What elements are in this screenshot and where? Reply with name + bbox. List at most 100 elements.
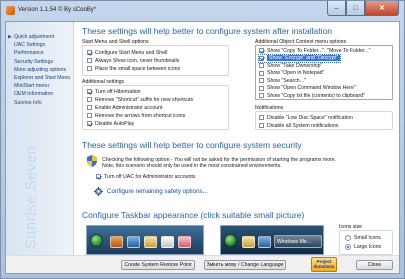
option-turn-off-hibernation[interactable]: Turn off Hibernation — [87, 88, 141, 95]
sidebar-item-uac-settings[interactable]: UAC Settings — [6, 41, 73, 49]
radio-button[interactable] — [345, 235, 351, 241]
sidebar: ▶ Quick adjustment UAC Settings Performan… — [6, 22, 74, 255]
sidebar-item-quick-adjustment[interactable]: ▶ Quick adjustment — [6, 33, 73, 41]
sidebar-item-sunrise-info[interactable]: Sunrise Info — [6, 99, 73, 107]
taskbar-app-icon — [161, 236, 174, 248]
checkbox[interactable] — [259, 123, 264, 128]
icons-size-group: Small Icons Large Icons — [339, 230, 393, 255]
start-menu-group: Configure Start Menu and Shell Always Sh… — [82, 45, 229, 76]
checkbox[interactable] — [87, 50, 92, 55]
install-section-title: These settings will help better to confi… — [82, 26, 332, 36]
sidebar-item-label: UAC Settings — [14, 42, 46, 49]
checkbox[interactable] — [87, 89, 92, 94]
maximize-button[interactable]: □ — [346, 1, 365, 16]
close-button[interactable]: Close — [356, 260, 393, 270]
uac-shield-icon — [87, 155, 97, 167]
sidebar-item-label: Security Settings — [14, 58, 53, 65]
option-copy-txt-clipboard[interactable]: Show "Copy txt file (contents) to clipbo… — [259, 92, 365, 99]
gear-icon — [94, 187, 103, 196]
checkbox[interactable] — [259, 78, 264, 83]
sidebar-item-label: More adjusting options — [14, 66, 67, 73]
option-small-space-icons[interactable]: Place the small space between icons — [87, 65, 180, 72]
app-window: Version 1.1.54 © By sCooBy* – □ ✕ ▶ Quick… — [0, 0, 405, 279]
taskbar-app-icon — [178, 236, 191, 248]
app-icon — [6, 6, 15, 15]
sidebar-item-oem-info[interactable]: OEM Information — [6, 90, 73, 98]
checkbox[interactable] — [87, 66, 92, 71]
start-orb-icon — [224, 234, 237, 247]
checkbox[interactable] — [87, 113, 92, 118]
option-remove-shortcut-suffix[interactable]: Remove "Shortcut" suffix for new shortcu… — [87, 96, 193, 103]
option-disable-low-disk[interactable]: Disable "Low Disc Space" notification — [259, 114, 353, 121]
window-title: Version 1.1.54 © By sCooBy* — [18, 7, 97, 13]
radio-button[interactable] — [345, 244, 351, 250]
taskbar-window-button: Windows Me... — [274, 235, 322, 248]
checkbox[interactable] — [259, 70, 264, 76]
checkbox[interactable] — [87, 121, 92, 126]
checkbox[interactable] — [259, 85, 264, 91]
option-configure-start-menu[interactable]: Configure Start Menu and Shell — [87, 49, 167, 56]
minimize-button[interactable]: – — [327, 1, 346, 16]
taskbar-app-icon — [144, 236, 157, 248]
configure-safety-link-row[interactable]: Configure remaining safety options... — [94, 187, 208, 196]
sidebar-item-label: MiniStart menu — [14, 83, 49, 90]
checkbox[interactable] — [87, 58, 92, 63]
sidebar-item-more-options[interactable]: More adjusting options — [6, 66, 73, 74]
taskbar-large-preview[interactable]: Windows Me... — [220, 225, 324, 255]
window-controls: – □ ✕ — [327, 1, 399, 16]
option-open-in-notepad[interactable]: Show "Open in Notepad" — [259, 70, 324, 77]
checkbox[interactable] — [259, 115, 264, 120]
option-open-command-window[interactable]: Show "Open Command Window Here" — [259, 85, 356, 92]
sidebar-item-label: Performance — [14, 50, 44, 57]
restore-point-button[interactable]: Create System Restore Point — [121, 260, 195, 270]
client-area: ▶ Quick adjustment UAC Settings Performan… — [5, 21, 400, 274]
checkbox[interactable] — [87, 105, 92, 110]
radio-small-icons[interactable]: Small Icons — [345, 235, 381, 241]
footer-bar: Create System Restore Point Змiнiть мову… — [6, 255, 399, 273]
option-remove-shortcut-arrows[interactable]: Remove the arrows from shortcut icons — [87, 112, 185, 119]
title-bar[interactable]: Version 1.1.54 © By sCooBy* – □ ✕ — [1, 1, 404, 21]
sidebar-item-security-settings[interactable]: Security Settings — [6, 58, 73, 66]
taskbar-small-preview[interactable] — [86, 225, 204, 255]
option-always-show-icon[interactable]: Always Show icon, never thumbnails — [87, 57, 179, 64]
security-description: Checking the following option - You will… — [102, 157, 337, 170]
sidebar-item-label: Sunrise Info — [14, 99, 42, 106]
configure-safety-link[interactable]: Configure remaining safety options... — [107, 188, 208, 195]
sidebar-item-ministart[interactable]: MiniStart menu — [6, 82, 73, 90]
option-disable-autoplay[interactable]: Disable AutoPlay — [87, 120, 134, 127]
checkbox[interactable] — [259, 55, 264, 61]
option-encrypt-decrypt[interactable]: Show "Encrypt" and "Decrypt" — [258, 53, 341, 63]
option-enable-admin-account[interactable]: Enable Administrator account — [87, 104, 162, 111]
checkbox[interactable] — [259, 48, 264, 53]
option-turn-off-uac[interactable]: Turn off UAC for Administrator accounts — [96, 173, 195, 180]
taskbar-app-icon — [242, 236, 255, 248]
checkbox[interactable] — [87, 97, 92, 102]
option-disable-all-notifications[interactable]: Disable all System notifications — [259, 122, 339, 129]
context-menu-list: Show "Copy To Folder...", "Move To Folde… — [255, 45, 393, 100]
checkbox[interactable] — [259, 63, 264, 68]
sidebar-item-explorer-start[interactable]: Explorer and Start Menu — [6, 74, 73, 82]
additional-group: Turn off Hibernation Remove "Shortcut" s… — [82, 85, 229, 130]
taskbar-app-icon — [110, 236, 123, 248]
option-take-ownership[interactable]: Show "Take Ownership" — [259, 62, 322, 69]
security-section-title: These settings will help better to confi… — [82, 140, 302, 150]
donate-button[interactable]: Project donations — [311, 257, 337, 272]
sidebar-item-performance[interactable]: Performance — [6, 49, 73, 57]
radio-large-icons[interactable]: Large Icons — [345, 244, 381, 250]
sidebar-watermark: Sunrise Seven — [22, 144, 40, 250]
notifications-group: Disable "Low Disc Space" notification Di… — [255, 111, 393, 130]
start-orb-icon — [90, 234, 103, 247]
close-window-button[interactable]: ✕ — [365, 1, 399, 16]
sidebar-item-label: Explorer and Start Menu — [14, 74, 71, 81]
taskbar-section-title: Configure Taskbar appearance (click suit… — [82, 210, 305, 220]
taskbar-app-icon — [258, 236, 271, 248]
taskbar-app-icon — [127, 236, 140, 248]
sidebar-item-label: OEM Information — [14, 91, 54, 98]
option-copy-move-to-folder[interactable]: Show "Copy To Folder...", "Move To Folde… — [259, 47, 370, 54]
option-search[interactable]: Show "Search..." — [259, 77, 306, 84]
checkbox[interactable] — [96, 174, 101, 179]
checkbox[interactable] — [259, 93, 264, 98]
sidebar-item-label: Quick adjustment — [14, 34, 55, 40]
main-panel: These settings will help better to confi… — [74, 22, 399, 255]
change-language-button[interactable]: Змiнiть мову / Change Language — [204, 260, 286, 270]
